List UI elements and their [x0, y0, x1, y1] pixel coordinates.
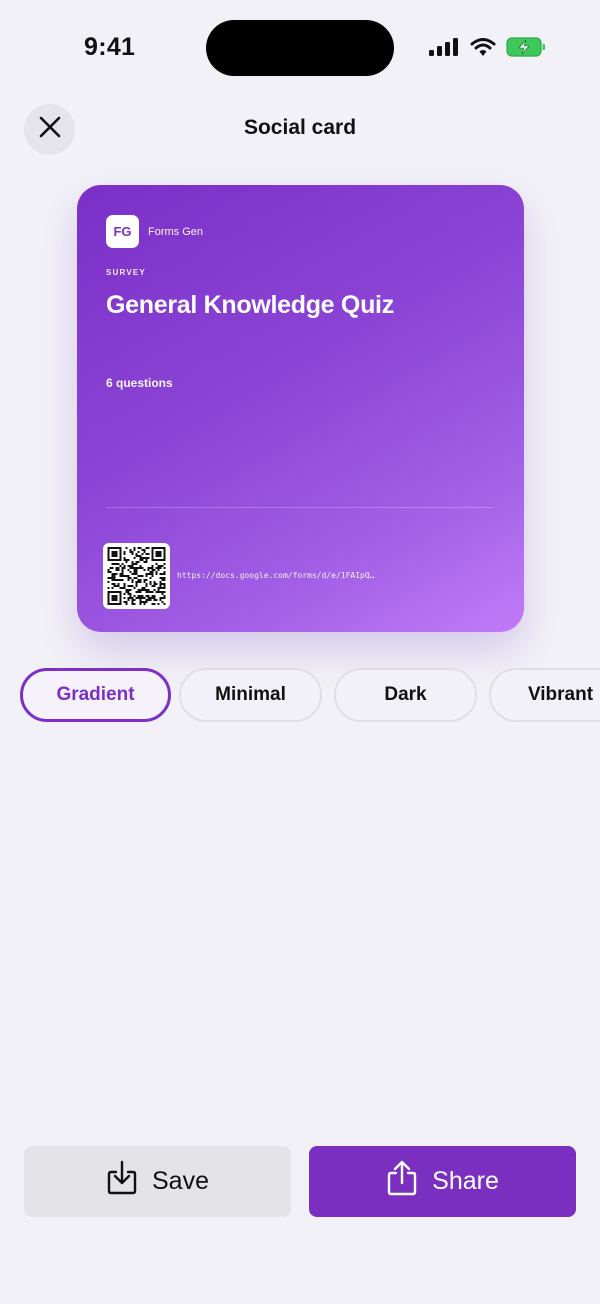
card-divider: [106, 507, 494, 508]
brand-logo: FG: [106, 215, 139, 248]
battery-charging-icon: [506, 36, 546, 63]
social-card-screen: 9:41 Social card FG Forms Gen SURVEY Gen…: [0, 0, 600, 1304]
qr-modules: [107, 547, 166, 605]
card-url: https://docs.google.com/forms/d/e/1FAIpQ…: [177, 571, 375, 580]
style-chip-vibrant[interactable]: Vibrant: [489, 668, 600, 722]
style-chip-dark[interactable]: Dark: [334, 668, 477, 722]
style-chip-minimal[interactable]: Minimal: [179, 668, 322, 722]
card-brand: FG Forms Gen: [106, 215, 203, 248]
wifi-icon: [470, 37, 496, 62]
dynamic-island: [206, 20, 394, 76]
qr-code-graphic: [107, 547, 166, 605]
save-button[interactable]: Save: [24, 1146, 291, 1217]
card-question-count: 6 questions: [106, 376, 173, 390]
save-label: Save: [152, 1167, 209, 1195]
status-time: 9:41: [84, 33, 136, 61]
card-title: General Knowledge Quiz: [106, 291, 394, 319]
cellular-signal-icon: [428, 37, 460, 62]
social-card-preview: FG Forms Gen SURVEY General Knowledge Qu…: [77, 185, 524, 632]
share-label: Share: [432, 1167, 499, 1195]
status-icons: [428, 36, 546, 63]
share-icon: [386, 1159, 418, 1204]
download-icon: [106, 1160, 138, 1203]
qr-code: [103, 543, 170, 609]
card-kicker: SURVEY: [106, 268, 146, 277]
share-button[interactable]: Share: [309, 1146, 576, 1217]
brand-name: Forms Gen: [148, 225, 204, 238]
style-chip-gradient[interactable]: Gradient: [20, 668, 171, 722]
page-title: Social card: [243, 116, 357, 139]
